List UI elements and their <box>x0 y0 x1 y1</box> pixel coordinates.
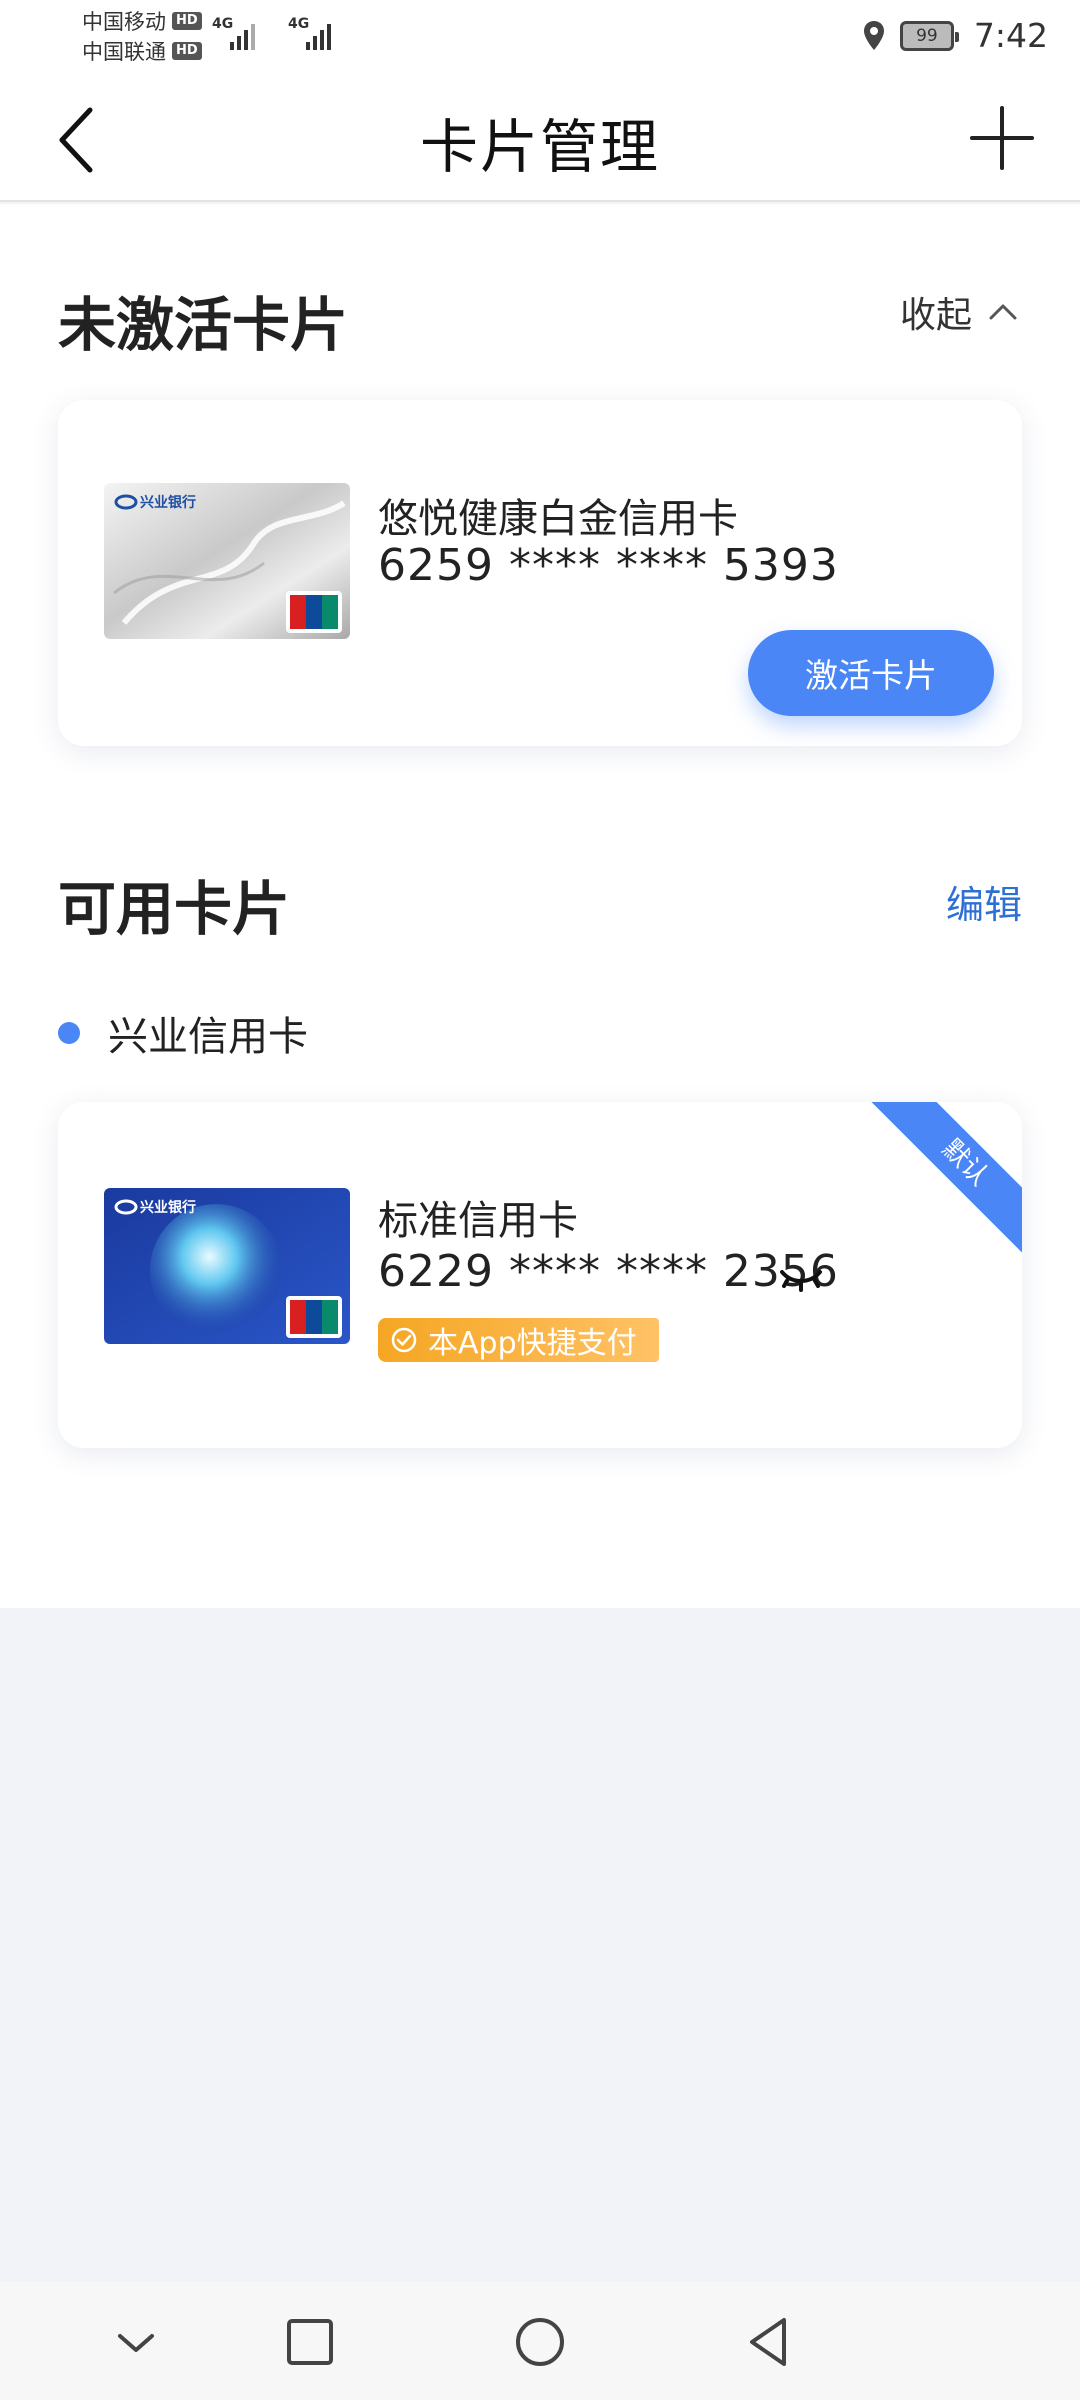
available-card-name: 标准信用卡 <box>378 1198 578 1244</box>
hd-badge: HD <box>172 42 202 60</box>
system-nav-bar <box>0 2282 1080 2400</box>
card-bank-name: 兴业银行 <box>140 494 196 511</box>
page-title: 卡片管理 <box>419 113 660 181</box>
activate-card-button[interactable]: 激活卡片 <box>748 630 994 716</box>
carrier-1-name: 中国移动 <box>82 10 166 34</box>
location-icon <box>863 20 884 50</box>
card-bank-name: 兴业银行 <box>140 1199 196 1216</box>
inactive-card-name: 悠悦健康白金信用卡 <box>378 496 738 542</box>
edit-button[interactable]: 编辑 <box>946 874 1022 929</box>
platinum-card-image: 兴业银行 <box>104 483 350 639</box>
eye-closed-icon[interactable] <box>778 1262 824 1298</box>
back-triangle-icon[interactable] <box>740 2312 800 2372</box>
chevron-down-icon[interactable] <box>106 2312 166 2372</box>
carrier-info: 中国移动 HD 中国联通 HD <box>82 6 202 66</box>
hd-badge: HD <box>172 12 202 30</box>
collapse-label: 收起 <box>899 295 972 336</box>
card-group-label: 兴业信用卡 <box>58 1004 308 1062</box>
status-time: 7:42 <box>973 16 1048 55</box>
default-ribbon: 默认 <box>867 1102 1022 1261</box>
recents-square-icon[interactable] <box>280 2312 340 2372</box>
group-dot-icon <box>58 1022 80 1044</box>
inactive-card-item[interactable]: 兴业银行 悠悦健康白金信用卡 6259 **** **** 5393 激活卡片 <box>58 400 1022 746</box>
nav-bar: 卡片管理 <box>0 72 1080 202</box>
available-card-item[interactable]: 默认 兴业银行 标准信用卡 6229 **** **** 2356 本App快捷… <box>58 1102 1022 1448</box>
home-circle-icon[interactable] <box>510 2312 570 2372</box>
chevron-up-icon <box>989 304 1017 320</box>
quickpay-label: 本App快捷支付 <box>428 1326 637 1361</box>
status-bar: 中国移动 HD 中国联通 HD 4G 4G 99 7:42 <box>0 0 1080 72</box>
standard-card-image: 兴业银行 <box>104 1188 350 1344</box>
collapse-toggle[interactable]: 收起 <box>900 286 1018 338</box>
quickpay-badge: 本App快捷支付 <box>378 1318 659 1362</box>
check-circle-icon <box>391 1327 417 1353</box>
available-card-number: 6229 **** **** 2356 <box>378 1246 839 1297</box>
group-label-text: 兴业信用卡 <box>108 1014 308 1060</box>
add-card-button[interactable] <box>966 102 1038 174</box>
signal-1-icon: 4G <box>212 14 266 52</box>
inactive-section-title: 未激活卡片 <box>58 291 349 359</box>
signal-indicators: 4G 4G <box>212 14 342 52</box>
battery-icon: 99 <box>899 20 959 51</box>
battery-level: 99 <box>916 25 938 46</box>
carrier-2-name: 中国联通 <box>82 40 166 64</box>
available-section-title: 可用卡片 <box>58 875 291 943</box>
status-right: 99 7:42 <box>862 16 1048 55</box>
main-content: 未激活卡片 收起 兴业银行 悠悦健康白金信用卡 6259 **** **** 5… <box>0 204 1080 1608</box>
inactive-card-number: 6259 **** **** 5393 <box>378 540 839 591</box>
card-management-screen: 中国移动 HD 中国联通 HD 4G 4G 99 7:42 卡片管理 未激活卡片… <box>0 0 1080 2400</box>
signal-2-icon: 4G <box>288 14 342 52</box>
